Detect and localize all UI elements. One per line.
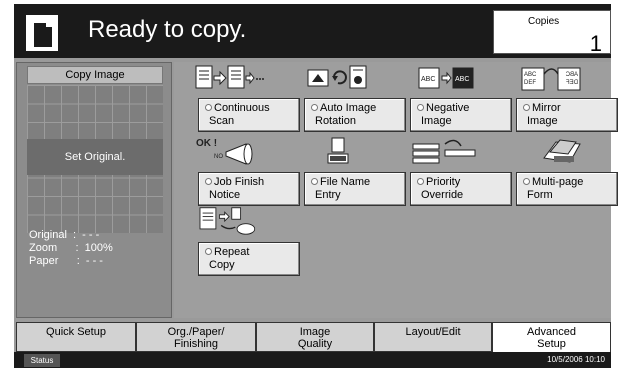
copy-info: Original : - - - Zoom : 100% Paper : - -… bbox=[29, 229, 113, 268]
priority-override-icon bbox=[412, 139, 476, 164]
repeat-copy-button[interactable]: Repeat Copy bbox=[198, 242, 300, 276]
tab-label: Org./Paper/ bbox=[167, 326, 225, 338]
status-bar: Status 10/5/2006 10:10 bbox=[14, 352, 611, 368]
job-finish-no-text: NO bbox=[214, 154, 223, 160]
tab-org-paper-finishing[interactable]: Org./Paper/ Finishing bbox=[136, 322, 256, 352]
document-icon bbox=[26, 15, 58, 51]
tab-label: Image bbox=[299, 326, 331, 338]
button-label: Image bbox=[421, 115, 452, 127]
button-label: Priority bbox=[426, 176, 461, 188]
button-label: Mirror bbox=[532, 102, 561, 114]
button-label: Multi-page bbox=[532, 176, 584, 188]
indicator-icon bbox=[417, 104, 424, 111]
indicator-icon bbox=[205, 178, 212, 185]
button-label: Auto Image bbox=[320, 102, 377, 114]
tab-bar: Quick Setup Org./Paper/ Finishing Image … bbox=[16, 322, 611, 354]
button-label: Notice bbox=[209, 189, 241, 201]
tab-quick-setup[interactable]: Quick Setup bbox=[16, 322, 136, 352]
indicator-icon bbox=[417, 178, 424, 185]
original-line: Original : - - - bbox=[29, 229, 100, 241]
paper-line: Paper : - - - bbox=[29, 255, 103, 267]
mirror-def-text: DEF bbox=[524, 80, 536, 86]
auto-image-rotation-button[interactable]: Auto Image Rotation bbox=[304, 98, 406, 132]
button-label: Copy bbox=[209, 259, 235, 271]
copy-image-label: Copy Image bbox=[27, 66, 163, 84]
tab-label: Setup bbox=[537, 338, 566, 350]
indicator-icon bbox=[205, 248, 212, 255]
function-area: ABC ABC ABC DEF ABC DEF Continuous Scan … bbox=[174, 62, 618, 318]
mirror-abc-text: ABC bbox=[524, 72, 537, 78]
button-label: Negative bbox=[426, 102, 470, 114]
tab-advanced-setup[interactable]: Advanced Setup bbox=[492, 322, 611, 354]
button-label: Image bbox=[527, 115, 558, 127]
button-label: Job Finish bbox=[214, 176, 265, 188]
job-finish-icon: OK ! NO bbox=[196, 138, 253, 165]
tab-layout-edit[interactable]: Layout/Edit bbox=[374, 322, 492, 352]
auto-rotation-icon bbox=[307, 65, 367, 89]
date-time: 10/5/2006 10:10 bbox=[547, 355, 605, 364]
tab-image-quality[interactable]: Image Quality bbox=[256, 322, 374, 352]
copier-panel: Ready to copy. Copies 1 Copy Image Set O… bbox=[14, 4, 618, 368]
tab-label: Layout/Edit bbox=[405, 326, 461, 338]
status-button[interactable]: Status bbox=[24, 354, 60, 367]
indicator-icon bbox=[523, 104, 530, 111]
copy-image-panel: Copy Image Set Original. Original : - - … bbox=[16, 62, 172, 318]
button-label: Override bbox=[421, 189, 464, 201]
multi-page-form-button[interactable]: Multi-page Form bbox=[516, 172, 618, 206]
indicator-icon bbox=[311, 104, 318, 111]
button-label: File Name bbox=[320, 176, 371, 188]
mirror-image-button[interactable]: Mirror Image bbox=[516, 98, 618, 132]
zoom-line: Zoom : 100% bbox=[29, 242, 113, 254]
copies-value: 1 bbox=[589, 31, 602, 56]
set-original-message: Set Original. bbox=[27, 139, 163, 175]
job-finish-notice-button[interactable]: Job Finish Notice bbox=[198, 172, 300, 206]
copies-label: Copies bbox=[528, 16, 560, 27]
copies-display[interactable]: Copies 1 bbox=[493, 10, 611, 56]
header-bar: Ready to copy. Copies 1 bbox=[14, 4, 611, 58]
button-label: Entry bbox=[315, 189, 341, 201]
negative-abc-text: ABC bbox=[421, 76, 435, 83]
repeat-copy-icon bbox=[199, 207, 256, 235]
tab-label: Finishing bbox=[173, 338, 219, 350]
continuous-scan-button[interactable]: Continuous Scan bbox=[198, 98, 300, 132]
mirror-abc-reversed-text: ABC bbox=[565, 72, 578, 78]
button-label: Repeat bbox=[214, 246, 250, 258]
indicator-icon bbox=[205, 104, 212, 111]
mirror-image-icon: ABC DEF ABC DEF bbox=[521, 67, 581, 91]
negative-image-icon: ABC ABC bbox=[418, 67, 474, 89]
negative-abc-inverted-text: ABC bbox=[455, 76, 469, 83]
continuous-scan-icon bbox=[195, 65, 264, 89]
negative-image-button[interactable]: Negative Image bbox=[410, 98, 512, 132]
button-label: Continuous bbox=[214, 102, 270, 114]
status-title: Ready to copy. bbox=[88, 16, 247, 43]
indicator-icon bbox=[311, 178, 318, 185]
mirror-def-reversed-text: DEF bbox=[566, 80, 578, 86]
multi-page-form-icon bbox=[543, 139, 581, 163]
file-name-entry-button[interactable]: File Name Entry bbox=[304, 172, 406, 206]
tab-label: Advanced bbox=[527, 326, 576, 338]
button-label: Rotation bbox=[315, 115, 356, 127]
file-name-icon bbox=[327, 137, 349, 164]
job-finish-ok-text: OK ! bbox=[196, 138, 217, 149]
indicator-icon bbox=[523, 178, 530, 185]
button-label: Form bbox=[527, 189, 553, 201]
tab-label: Quality bbox=[297, 338, 333, 350]
button-label: Scan bbox=[209, 115, 235, 127]
tab-label: Quick Setup bbox=[46, 326, 106, 338]
priority-override-button[interactable]: Priority Override bbox=[410, 172, 512, 206]
